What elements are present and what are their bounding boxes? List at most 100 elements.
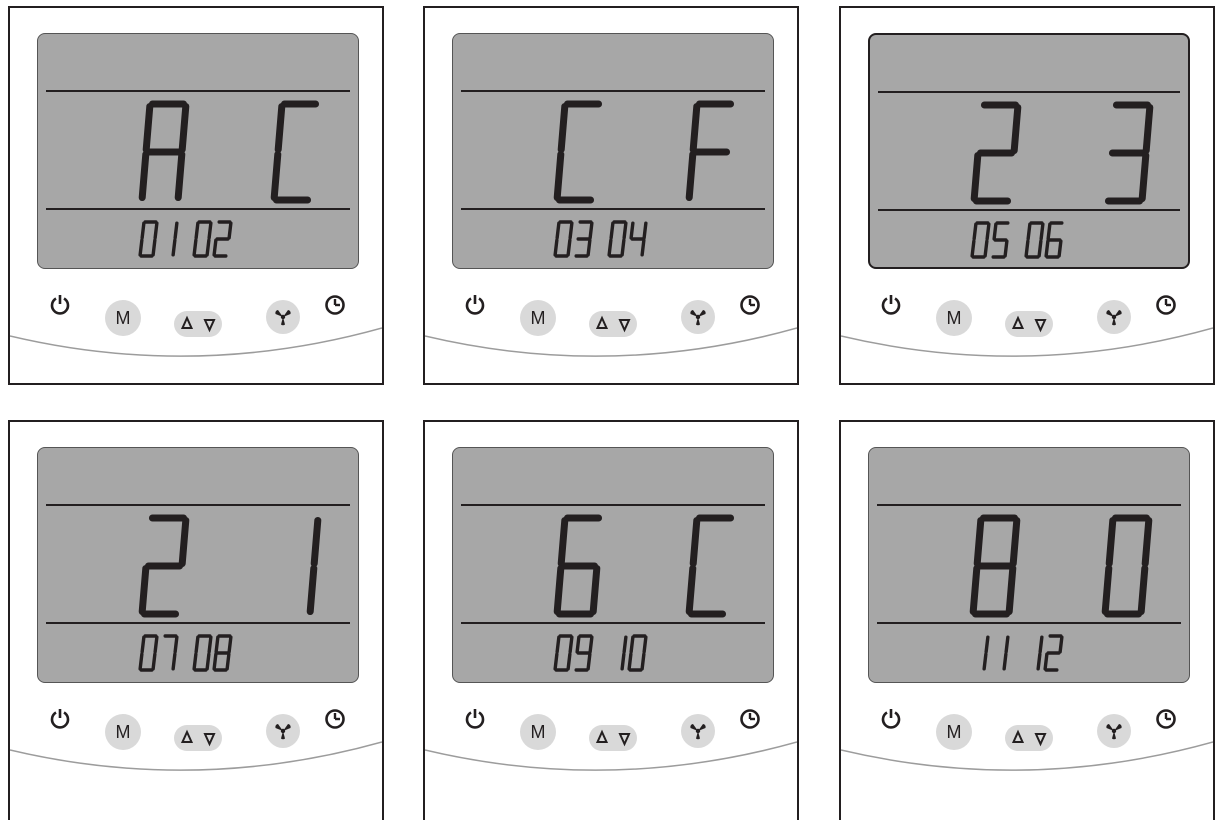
power-button[interactable] [878,706,904,732]
lcd-screen: C F 0304 [452,33,774,269]
lcd-screen: 6 C 0910 [452,447,774,683]
lcd-segment [575,635,581,654]
timer-button[interactable] [737,706,763,732]
power-button[interactable] [47,292,73,318]
lcd-screen: A C 0102 [37,33,359,269]
big-left-digit [138,514,190,618]
lcd-segment [586,238,592,257]
lcd-segment [207,221,213,240]
lcd-segment [142,102,154,154]
lcd-divider-top [878,91,1180,93]
lcd-segment [1037,239,1043,258]
big-right-digit [1104,101,1154,205]
lcd-divider-bottom [46,622,350,624]
timer-button[interactable] [1153,292,1179,318]
small-code-digits [982,634,1064,672]
lcd-segment [138,652,144,671]
lcd-segment [171,238,177,257]
power-icon [50,709,70,729]
lcd-segment [1137,564,1149,616]
small-code-digits [138,634,233,672]
lcd-segment [227,221,233,240]
lcd-segment [138,564,150,616]
small-code-digits [970,221,1064,259]
timer-button[interactable] [322,292,348,318]
lcd-segment [970,239,976,258]
lcd-segment [983,239,989,258]
lcd-segment [1142,103,1154,155]
lcd-segment [310,516,322,568]
power-button[interactable] [462,706,488,732]
clock-icon [325,709,345,729]
thermostat-panel-2: C F 0304 M [423,6,799,385]
bezel-curve [425,327,797,357]
lcd-divider-top [461,504,765,506]
lcd-segment [985,222,991,241]
lcd-segment [640,652,646,671]
lcd-divider-bottom [878,209,1180,211]
timer-button[interactable] [322,706,348,732]
lcd-segment [1004,635,1010,654]
lcd-segment [627,652,633,671]
lcd-segment [1026,222,1032,241]
lcd-segment [969,564,981,616]
big-right-digit [306,516,322,616]
lcd-segment [642,221,648,240]
lcd-divider-bottom [461,622,765,624]
lcd-segment [640,238,646,257]
power-button[interactable] [878,292,904,318]
lcd-segment [568,221,574,240]
lcd-segment [138,150,150,202]
big-right-digit [685,514,735,618]
bezel-curve [10,327,382,357]
lcd-segment [586,652,592,671]
lcd-segment [607,238,613,257]
lcd-segment [970,151,982,203]
lcd-segment [212,652,218,671]
lcd-segment [1138,151,1150,203]
lcd-segment [274,102,286,154]
timer-button[interactable] [737,292,763,318]
big-right-digit [685,100,735,202]
lcd-segment [553,238,559,257]
clock-icon [740,709,760,729]
lcd-segment [557,516,569,568]
lcd-segment [225,652,231,671]
lcd-segment [1010,103,1022,155]
lcd-segment [620,238,626,257]
lcd-segment [1058,635,1064,654]
lcd-segment [972,222,978,241]
lcd-segment [553,150,565,202]
thermostat-panel-4: 2 1 0708 M [8,420,384,820]
power-icon [881,295,901,315]
lcd-segment [205,238,211,257]
power-icon [465,709,485,729]
thermostat-panel-6: 8 0 1112 M [839,420,1215,820]
power-button[interactable] [47,706,73,732]
big-right-digit [270,100,320,204]
lcd-segment [1036,652,1042,671]
lcd-segment [557,102,569,154]
lcd-segment [214,635,220,654]
timer-button[interactable] [1153,706,1179,732]
power-icon [50,295,70,315]
lcd-segment [1043,652,1049,671]
lcd-segment [685,150,697,202]
lcd-divider-bottom [877,622,1181,624]
bezel-curve [841,327,1213,357]
lcd-segment [1009,516,1021,568]
big-left-digit [138,100,190,202]
big-left-digit [970,101,1022,205]
lcd-segment [622,221,628,240]
lcd-segment [642,635,648,654]
bezel-curve [841,741,1213,771]
lcd-segment [589,564,601,616]
lcd-segment [609,221,615,240]
lcd-segment [1002,652,1008,671]
lcd-segment [553,652,559,671]
lcd-divider-top [461,90,765,92]
lcd-segment [306,564,318,616]
power-button[interactable] [462,292,488,318]
lcd-segment [178,516,190,568]
thermostat-panel-5: 6 C 0910 M [423,420,799,820]
